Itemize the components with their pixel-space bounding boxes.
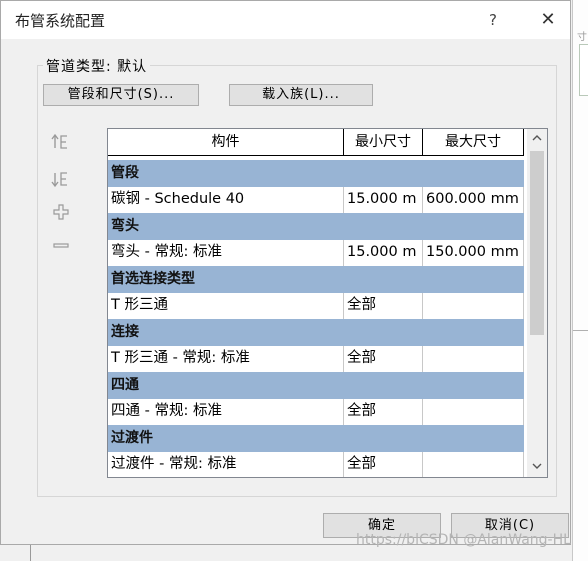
max-size-cell[interactable]	[423, 346, 524, 372]
min-size-cell[interactable]: 全部	[344, 452, 423, 477]
move-up-icon[interactable]	[51, 132, 71, 152]
max-size-cell[interactable]	[423, 452, 524, 477]
component-cell[interactable]: 碳钢 - Schedule 40	[108, 187, 344, 213]
min-size-cell[interactable]: 15.000 m	[344, 240, 423, 266]
scroll-up-icon[interactable]	[531, 132, 543, 144]
pipe-system-config-dialog: 布管系统配置 ? ✕ 管道类型: 默认 管段和尺寸(S)... 载入族(L)..…	[0, 0, 571, 545]
background-panel	[579, 44, 588, 96]
section-header-segment[interactable]: 管段	[108, 160, 524, 187]
component-cell[interactable]: T 形三通 - 常规: 标准	[108, 346, 344, 372]
max-size-cell[interactable]	[423, 399, 524, 425]
table-header: 构件 最小尺寸 最大尺寸	[108, 129, 525, 157]
scrollbar-thumb[interactable]	[530, 151, 544, 335]
add-row-icon[interactable]	[51, 202, 71, 222]
pipe-type-label: 管道类型: 默认	[43, 56, 151, 76]
table-row[interactable]: 弯头 - 常规: 标准 15.000 m 150.000 mm	[108, 240, 524, 266]
table-row[interactable]: 过渡件 - 常规: 标准 全部	[108, 452, 524, 477]
min-size-cell[interactable]: 全部	[344, 346, 423, 372]
section-header-transition[interactable]: 过渡件	[108, 425, 524, 452]
section-header-elbow[interactable]: 弯头	[108, 213, 524, 240]
load-family-button[interactable]: 载入族(L)...	[229, 84, 373, 106]
table-row[interactable]: 碳钢 - Schedule 40 15.000 m 600.000 mm	[108, 187, 524, 213]
min-size-cell[interactable]: 全部	[344, 293, 423, 319]
move-down-icon[interactable]	[51, 169, 71, 189]
column-header-max-size[interactable]: 最大尺寸	[423, 129, 524, 156]
section-header-preferred-junction[interactable]: 首选连接类型	[108, 266, 524, 293]
vertical-scrollbar[interactable]	[527, 129, 547, 477]
section-header-junction[interactable]: 连接	[108, 319, 524, 346]
section-header-cross[interactable]: 四通	[108, 372, 524, 399]
component-cell[interactable]: 四通 - 常规: 标准	[108, 399, 344, 425]
segments-and-sizes-button[interactable]: 管段和尺寸(S)...	[43, 84, 199, 106]
max-size-cell[interactable]: 150.000 mm	[423, 240, 524, 266]
remove-row-icon[interactable]	[51, 236, 71, 256]
min-size-cell[interactable]: 全部	[344, 399, 423, 425]
background-window-fragment: 寸	[572, 0, 588, 561]
scroll-down-icon[interactable]	[531, 460, 543, 472]
routing-preferences-table: 构件 最小尺寸 最大尺寸 管段 碳钢 - Schedule 40 15.000 …	[107, 128, 548, 478]
column-header-component[interactable]: 构件	[108, 129, 344, 156]
help-button[interactable]: ?	[480, 7, 506, 33]
title-bar: 布管系统配置 ? ✕	[1, 1, 570, 39]
component-cell[interactable]: 弯头 - 常规: 标准	[108, 240, 344, 266]
close-button[interactable]: ✕	[535, 7, 561, 33]
table-row[interactable]: T 形三通 - 常规: 标准 全部	[108, 346, 524, 372]
min-size-cell[interactable]: 15.000 m	[344, 187, 423, 213]
component-cell[interactable]: 过渡件 - 常规: 标准	[108, 452, 344, 477]
table-row[interactable]: 四通 - 常规: 标准 全部	[108, 399, 524, 425]
background-divider	[573, 330, 588, 331]
watermark: https://blCSDN @AlanWang-HL	[356, 532, 571, 548]
component-cell[interactable]: T 形三通	[108, 293, 344, 319]
background-text: 寸	[577, 32, 587, 43]
background-divider	[30, 545, 31, 561]
column-header-min-size[interactable]: 最小尺寸	[344, 129, 423, 156]
max-size-cell[interactable]: 600.000 mm	[423, 187, 524, 213]
dialog-title: 布管系统配置	[15, 12, 106, 30]
max-size-cell[interactable]	[423, 293, 524, 319]
table-row[interactable]: T 形三通 全部	[108, 293, 524, 319]
